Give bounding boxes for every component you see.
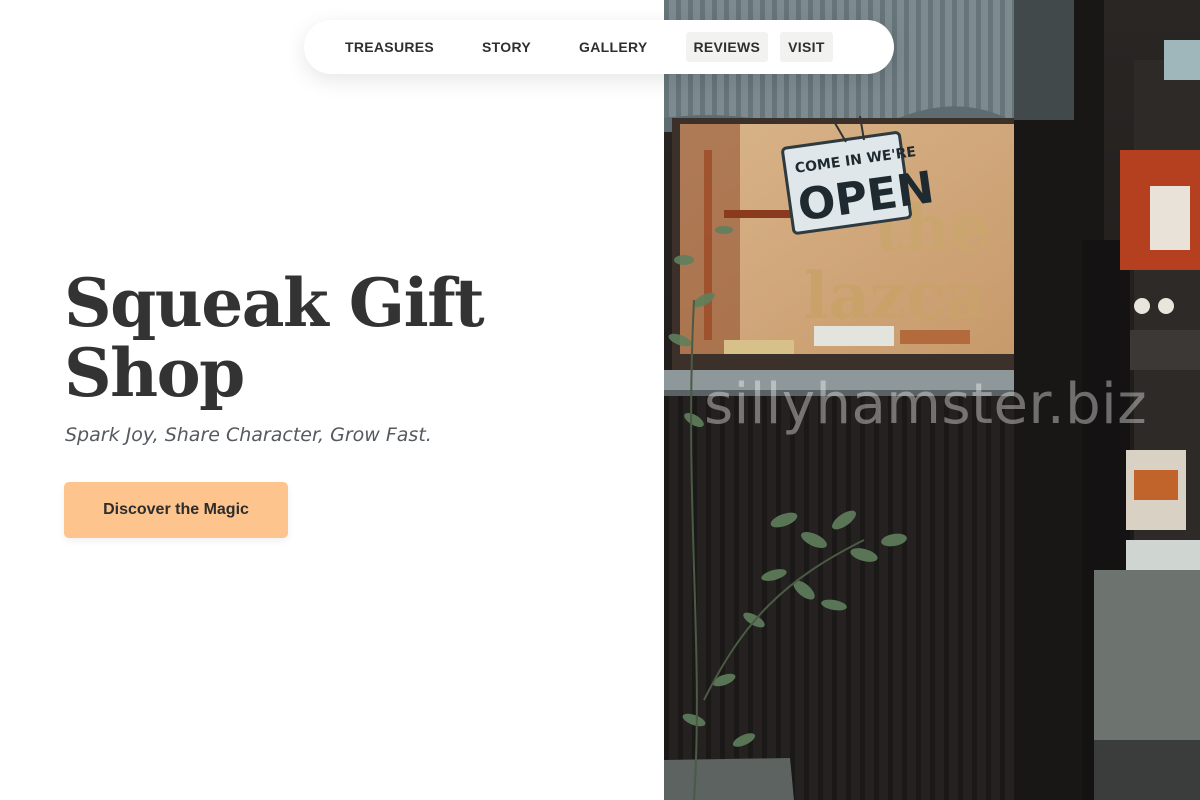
nav-link-treasures[interactable]: TREASURES <box>335 32 444 62</box>
nav-link-visit[interactable]: VISIT <box>780 32 833 62</box>
svg-text:lazca: lazca <box>804 259 987 334</box>
watermark-text: sillyhamster.biz <box>704 372 1148 437</box>
nav-link-gallery[interactable]: GALLERY <box>569 32 657 62</box>
nav-link-reviews[interactable]: REVIEWS <box>685 32 769 62</box>
landing-page: the lazca COME IN WE'RE OPEN sillyhamste… <box>0 0 1200 800</box>
nav-link-story[interactable]: STORY <box>472 32 541 62</box>
discover-magic-button[interactable]: Discover the Magic <box>64 482 288 538</box>
main-nav: TREASURES STORY GALLERY REVIEWS VISIT <box>304 20 894 74</box>
hero-title: Squeak Gift Shop <box>64 264 485 412</box>
hero-tagline: Spark Joy, Share Character, Grow Fast. <box>65 424 432 446</box>
